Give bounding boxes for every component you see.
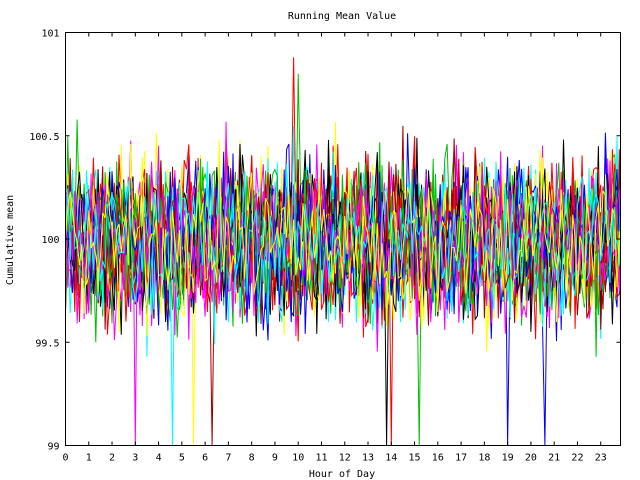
x-tick-label: 2 [109,453,115,464]
x-tick-label: 3 [132,453,138,464]
x-tick-label: 1 [86,453,92,464]
x-tick-label: 7 [225,453,231,464]
running-mean-chart: Running Mean Value Cumulative mean Hour … [5,11,621,480]
x-tick-label: 0 [62,453,68,464]
x-tick-label: 13 [362,453,374,464]
x-tick-label: 15 [409,453,421,464]
y-axis-label: Cumulative mean [5,195,16,285]
x-tick-label: 16 [432,453,444,464]
x-tick-label: 12 [339,453,351,464]
x-tick-label: 11 [315,453,327,464]
x-tick-label: 8 [249,453,255,464]
x-tick-label: 9 [272,453,278,464]
x-tick-label: 14 [385,453,397,464]
y-tick-label: 100 [41,235,59,246]
x-tick-label: 5 [179,453,185,464]
x-tick-label: 18 [478,453,490,464]
x-tick-label: 17 [455,453,467,464]
y-tick-label: 100.5 [29,132,59,143]
x-tick-label: 20 [525,453,537,464]
x-tick-label: 23 [595,453,607,464]
series-layer [65,57,621,446]
x-tick-label: 10 [292,453,304,464]
x-tick-label: 21 [548,453,560,464]
y-tick-label: 99 [47,442,59,453]
x-tick-label: 6 [202,453,208,464]
x-tick-label: 4 [156,453,162,464]
x-axis-label: Hour of Day [309,469,375,480]
chart-title: Running Mean Value [288,11,396,22]
y-tick-label: 99.5 [35,338,59,349]
x-tick-label: 22 [571,453,583,464]
y-tick-label: 101 [41,29,59,40]
x-tick-label: 19 [502,453,514,464]
